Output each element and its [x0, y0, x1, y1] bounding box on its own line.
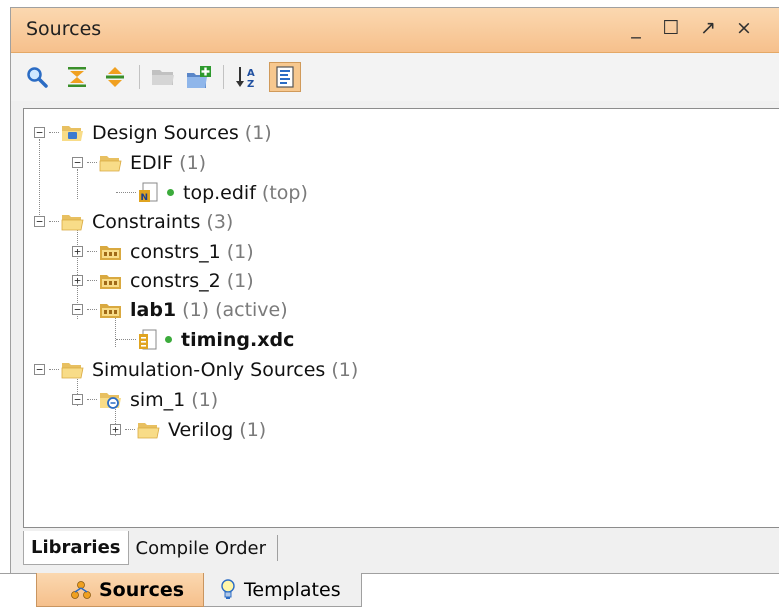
toolbar-separator — [223, 65, 224, 89]
tree-item-constrs-1[interactable]: + constrs_1 (1) — [72, 237, 254, 266]
status-dot — [167, 189, 174, 196]
tree-connector — [87, 399, 97, 400]
tree-connector — [87, 280, 97, 281]
panel-title: Sources — [26, 18, 102, 40]
tree-item-count: (1) — [226, 240, 254, 263]
tree-item-lab1[interactable]: − lab1 (1) (active) — [72, 295, 288, 324]
tree-item-label: constrs_1 — [130, 240, 221, 263]
tree-item-count: (1) — [182, 298, 210, 321]
tree-item-label: lab1 — [130, 298, 177, 321]
tab-separator — [277, 535, 279, 561]
tree-item-count: (1) — [239, 418, 267, 441]
constraint-set-icon — [99, 272, 123, 290]
folder-icon — [61, 212, 85, 232]
lightbulb-icon — [220, 578, 236, 601]
expand-toggle-icon[interactable]: + — [72, 246, 83, 257]
view-subtabs: Libraries Compile Order — [23, 530, 279, 566]
tree-item-constrs-2[interactable]: + constrs_2 (1) — [72, 266, 254, 295]
collapse-toggle-icon[interactable]: − — [34, 127, 45, 138]
expand-toggle-icon[interactable]: + — [72, 275, 83, 286]
sort-az-icon[interactable]: AZ — [231, 62, 263, 92]
open-folder-icon[interactable] — [147, 62, 179, 92]
tab-label: Sources — [99, 578, 185, 601]
svg-text:A: A — [247, 68, 255, 79]
tree-connector — [49, 221, 59, 222]
tree-connector — [87, 309, 97, 310]
tree-item-design-sources[interactable]: − Design Sources (1) — [34, 118, 272, 147]
panel-titlebar: Sources _ ☐ ↗ × — [11, 8, 779, 53]
folder-icon — [99, 153, 123, 173]
tab-sources[interactable]: Sources — [36, 573, 204, 607]
tree-item-label: EDIF — [130, 151, 174, 174]
tree-item-simulation-only-sources[interactable]: − Simulation-Only Sources (1) — [34, 355, 358, 384]
tree-item-edif[interactable]: − EDIF (1) — [72, 148, 206, 177]
tab-label: Templates — [244, 578, 341, 601]
sources-panel: Sources _ ☐ ↗ × AZ − Design Sources (1) … — [10, 7, 779, 573]
close-icon[interactable]: × — [731, 16, 757, 40]
tree-item-label: Design Sources — [92, 121, 239, 144]
tree-item-count: (1) — [244, 121, 272, 144]
collapse-toggle-icon[interactable]: − — [72, 304, 83, 315]
minimize-icon[interactable]: _ — [623, 16, 649, 40]
tree-connector — [49, 132, 59, 133]
tree-item-count: (1) — [331, 358, 359, 381]
constraint-set-icon — [99, 301, 123, 319]
design-folder-icon — [61, 123, 85, 143]
toolbar: AZ — [11, 53, 779, 101]
xdc-file-icon — [138, 329, 158, 351]
simulation-set-icon — [99, 390, 123, 410]
tree-item-label: timing.xdc — [181, 328, 295, 351]
add-sources-icon[interactable] — [183, 62, 215, 92]
maximize-icon[interactable]: ☐ — [658, 16, 684, 40]
tree-item-sim-1[interactable]: − sim_1 (1) — [72, 385, 218, 414]
expand-toggle-icon[interactable]: + — [110, 424, 121, 435]
tree-item-note: (top) — [261, 181, 308, 204]
tab-libraries[interactable]: Libraries — [23, 531, 129, 565]
collapse-toggle-icon[interactable]: − — [34, 216, 45, 227]
tree-item-count: (1) — [179, 151, 207, 174]
search-icon[interactable] — [21, 62, 53, 92]
tree-item-top-edif[interactable]: N top.edif (top) — [116, 178, 308, 207]
status-dot — [165, 336, 172, 343]
tab-templates[interactable]: Templates — [204, 573, 362, 607]
tree-item-count: (1) — [191, 388, 219, 411]
sources-tree[interactable]: − Design Sources (1) − EDIF (1) N top.ed… — [23, 108, 779, 528]
svg-text:N: N — [141, 193, 149, 203]
tree-connector — [49, 369, 59, 370]
tree-item-label: Constraints — [92, 210, 201, 233]
collapse-toggle-icon[interactable]: − — [72, 394, 83, 405]
tree-connector — [116, 339, 136, 340]
show-hierarchy-icon[interactable] — [269, 62, 301, 92]
netlist-file-icon: N — [138, 182, 160, 204]
tree-item-timing-xdc[interactable]: timing.xdc — [116, 325, 294, 354]
tree-item-label: constrs_2 — [130, 269, 221, 292]
float-icon[interactable]: ↗ — [695, 16, 721, 40]
collapse-toggle-icon[interactable]: − — [72, 157, 83, 168]
tree-item-verilog[interactable]: + Verilog (1) — [110, 415, 266, 444]
tree-item-count: (1) — [226, 269, 254, 292]
tree-item-constraints[interactable]: − Constraints (3) — [34, 207, 233, 236]
svg-text:Z: Z — [247, 79, 254, 89]
expand-all-icon[interactable] — [99, 62, 131, 92]
collapse-all-icon[interactable] — [61, 62, 93, 92]
tree-item-label: Simulation-Only Sources — [92, 358, 326, 381]
bottom-tabbar: Sources Templates — [0, 573, 779, 608]
toolbar-separator — [139, 65, 140, 89]
tree-connector — [116, 192, 136, 193]
folder-icon — [61, 360, 85, 380]
tree-item-label: top.edif — [183, 181, 256, 204]
tree-item-label: Verilog — [168, 418, 234, 441]
hierarchy-icon — [71, 580, 91, 600]
tree-connector — [125, 429, 135, 430]
collapse-toggle-icon[interactable]: − — [34, 364, 45, 375]
tree-connector — [87, 251, 97, 252]
constraint-set-icon — [99, 243, 123, 261]
tab-compile-order[interactable]: Compile Order — [129, 532, 274, 565]
tree-item-count: (3) — [206, 210, 234, 233]
folder-icon — [137, 420, 161, 440]
tree-connector — [87, 162, 97, 163]
tree-item-note: (active) — [215, 298, 288, 321]
tree-item-label: sim_1 — [130, 388, 186, 411]
